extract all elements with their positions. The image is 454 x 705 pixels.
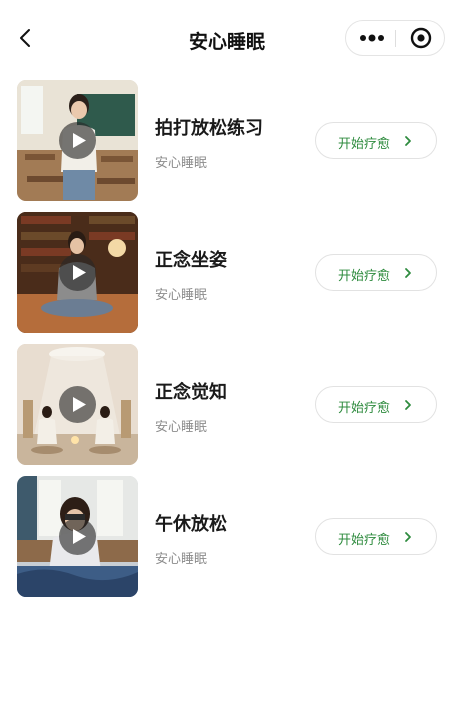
- more-button[interactable]: [346, 21, 396, 55]
- more-dots-icon: [360, 34, 384, 42]
- capsule-divider: [395, 30, 396, 47]
- course-thumbnail[interactable]: [17, 476, 138, 597]
- play-button[interactable]: [59, 122, 96, 159]
- course-thumbnail[interactable]: [17, 344, 138, 465]
- play-button[interactable]: [59, 518, 96, 555]
- course-title: 午休放松: [155, 514, 227, 535]
- chevron-right-icon: [405, 268, 411, 278]
- list-item: 午休放松 安心睡眠 开始疗愈: [0, 476, 454, 598]
- navigation-bar: 安心睡眠: [0, 0, 454, 78]
- list-item: 正念觉知 安心睡眠 开始疗愈: [0, 344, 454, 466]
- play-button[interactable]: [59, 254, 96, 291]
- start-healing-button[interactable]: 开始疗愈: [315, 254, 437, 291]
- start-healing-label: 开始疗愈: [338, 269, 391, 284]
- play-icon: [73, 133, 86, 148]
- course-title: 正念觉知: [155, 382, 227, 403]
- list-item: 正念坐姿 安心睡眠 开始疗愈: [0, 212, 454, 334]
- play-icon: [73, 265, 86, 280]
- close-miniprogram-button[interactable]: [397, 21, 445, 55]
- start-healing-button[interactable]: 开始疗愈: [315, 518, 437, 555]
- play-button[interactable]: [59, 386, 96, 423]
- course-subtitle: 安心睡眠: [155, 552, 208, 567]
- start-healing-button[interactable]: 开始疗愈: [315, 122, 437, 159]
- start-healing-label: 开始疗愈: [338, 137, 391, 152]
- chevron-right-icon: [405, 136, 411, 146]
- course-thumbnail[interactable]: [17, 80, 138, 201]
- target-circle-icon: [410, 27, 432, 49]
- chevron-right-icon: [405, 532, 411, 542]
- course-title: 拍打放松练习: [155, 118, 263, 139]
- chevron-right-icon: [405, 400, 411, 410]
- menu-capsule: [345, 20, 445, 56]
- list-item: 拍打放松练习 安心睡眠 开始疗愈: [0, 80, 454, 202]
- start-healing-button[interactable]: 开始疗愈: [315, 386, 437, 423]
- course-subtitle: 安心睡眠: [155, 420, 208, 435]
- play-icon: [73, 397, 86, 412]
- course-title: 正念坐姿: [155, 250, 227, 271]
- course-subtitle: 安心睡眠: [155, 156, 208, 171]
- course-subtitle: 安心睡眠: [155, 288, 208, 303]
- course-thumbnail[interactable]: [17, 212, 138, 333]
- start-healing-label: 开始疗愈: [338, 401, 391, 416]
- play-icon: [73, 529, 86, 544]
- start-healing-label: 开始疗愈: [338, 533, 391, 548]
